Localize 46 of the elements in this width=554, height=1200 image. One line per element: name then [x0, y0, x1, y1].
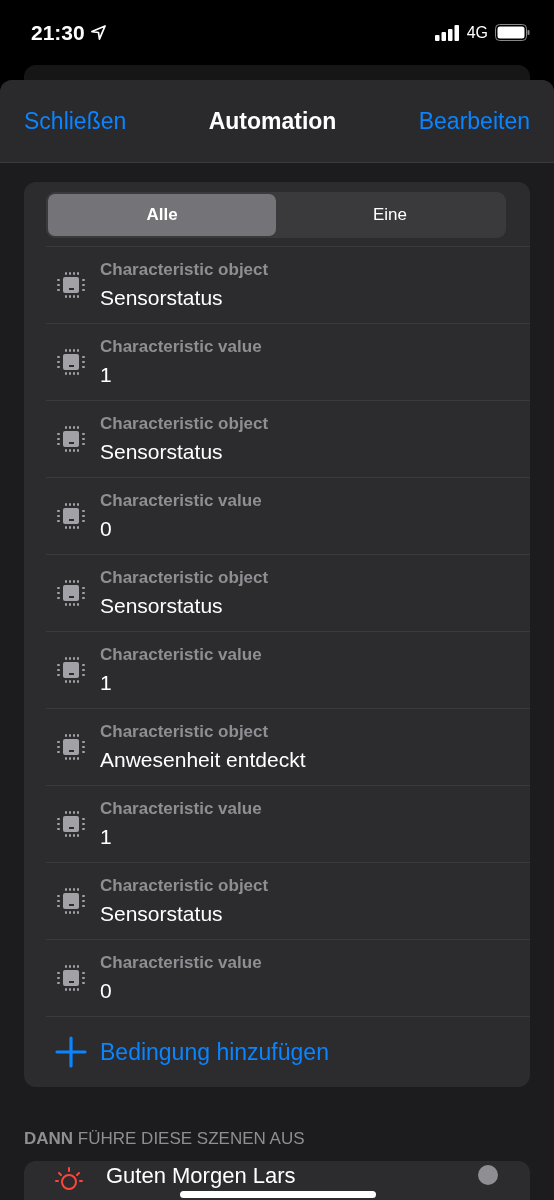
condition-label: Characteristic object [100, 722, 270, 742]
condition-label: Characteristic value [100, 953, 262, 973]
condition-label: Characteristic object [100, 260, 269, 280]
condition-value: Sensorstatus [100, 286, 224, 310]
condition-label: Characteristic object [100, 414, 269, 434]
condition-label: Characteristic value [100, 799, 262, 819]
condition-label: Characteristic value [100, 491, 262, 511]
edit-link[interactable]: Bearbeiten [418, 107, 530, 135]
chip-icon [55, 346, 87, 378]
condition-value: 1 [100, 825, 113, 849]
clock-time: 21:30 [31, 20, 85, 45]
segment-tab[interactable]: Eine [276, 194, 504, 236]
chip-icon [55, 731, 87, 763]
add-condition-link[interactable]: Bedingung hinzufügen [100, 1038, 329, 1066]
condition-label: Characteristic value [100, 645, 262, 665]
condition-value: 0 [100, 979, 113, 1003]
condition-value: Sensorstatus [100, 594, 224, 618]
signal-icon [434, 24, 460, 41]
condition-value: Sensorstatus [100, 440, 224, 464]
condition-value: 1 [100, 671, 113, 695]
sheet-title: Automation [208, 107, 337, 135]
close-link[interactable]: Schließen [24, 107, 127, 135]
chip-icon [55, 577, 87, 609]
plus-icon[interactable] [55, 1036, 87, 1068]
condition-value: Anwesenheit entdeckt [100, 748, 306, 772]
chip-icon [55, 269, 87, 301]
segment-tab[interactable]: Alle [48, 194, 276, 236]
condition-value: 1 [100, 363, 113, 387]
condition-value: Sensorstatus [100, 902, 224, 926]
scene-row[interactable]: Guten Morgen Lars [24, 1161, 530, 1200]
select-circle[interactable] [478, 1165, 498, 1185]
chip-icon [55, 962, 87, 994]
chip-icon [55, 808, 87, 840]
battery-icon [495, 24, 530, 41]
section-header: DANN FÜHRE DIESE SZENEN AUS [24, 1129, 306, 1149]
location-arrow-icon [90, 25, 106, 40]
condition-label: Characteristic value [100, 337, 262, 357]
scene-name: Guten Morgen Lars [106, 1165, 297, 1187]
chip-icon [55, 500, 87, 532]
network-label: 4G [466, 23, 488, 42]
condition-label: Characteristic object [100, 568, 269, 588]
chip-icon [55, 423, 87, 455]
chip-icon [55, 885, 87, 917]
condition-value: 0 [100, 517, 113, 541]
chip-icon [55, 654, 87, 686]
condition-label: Characteristic object [100, 876, 269, 896]
